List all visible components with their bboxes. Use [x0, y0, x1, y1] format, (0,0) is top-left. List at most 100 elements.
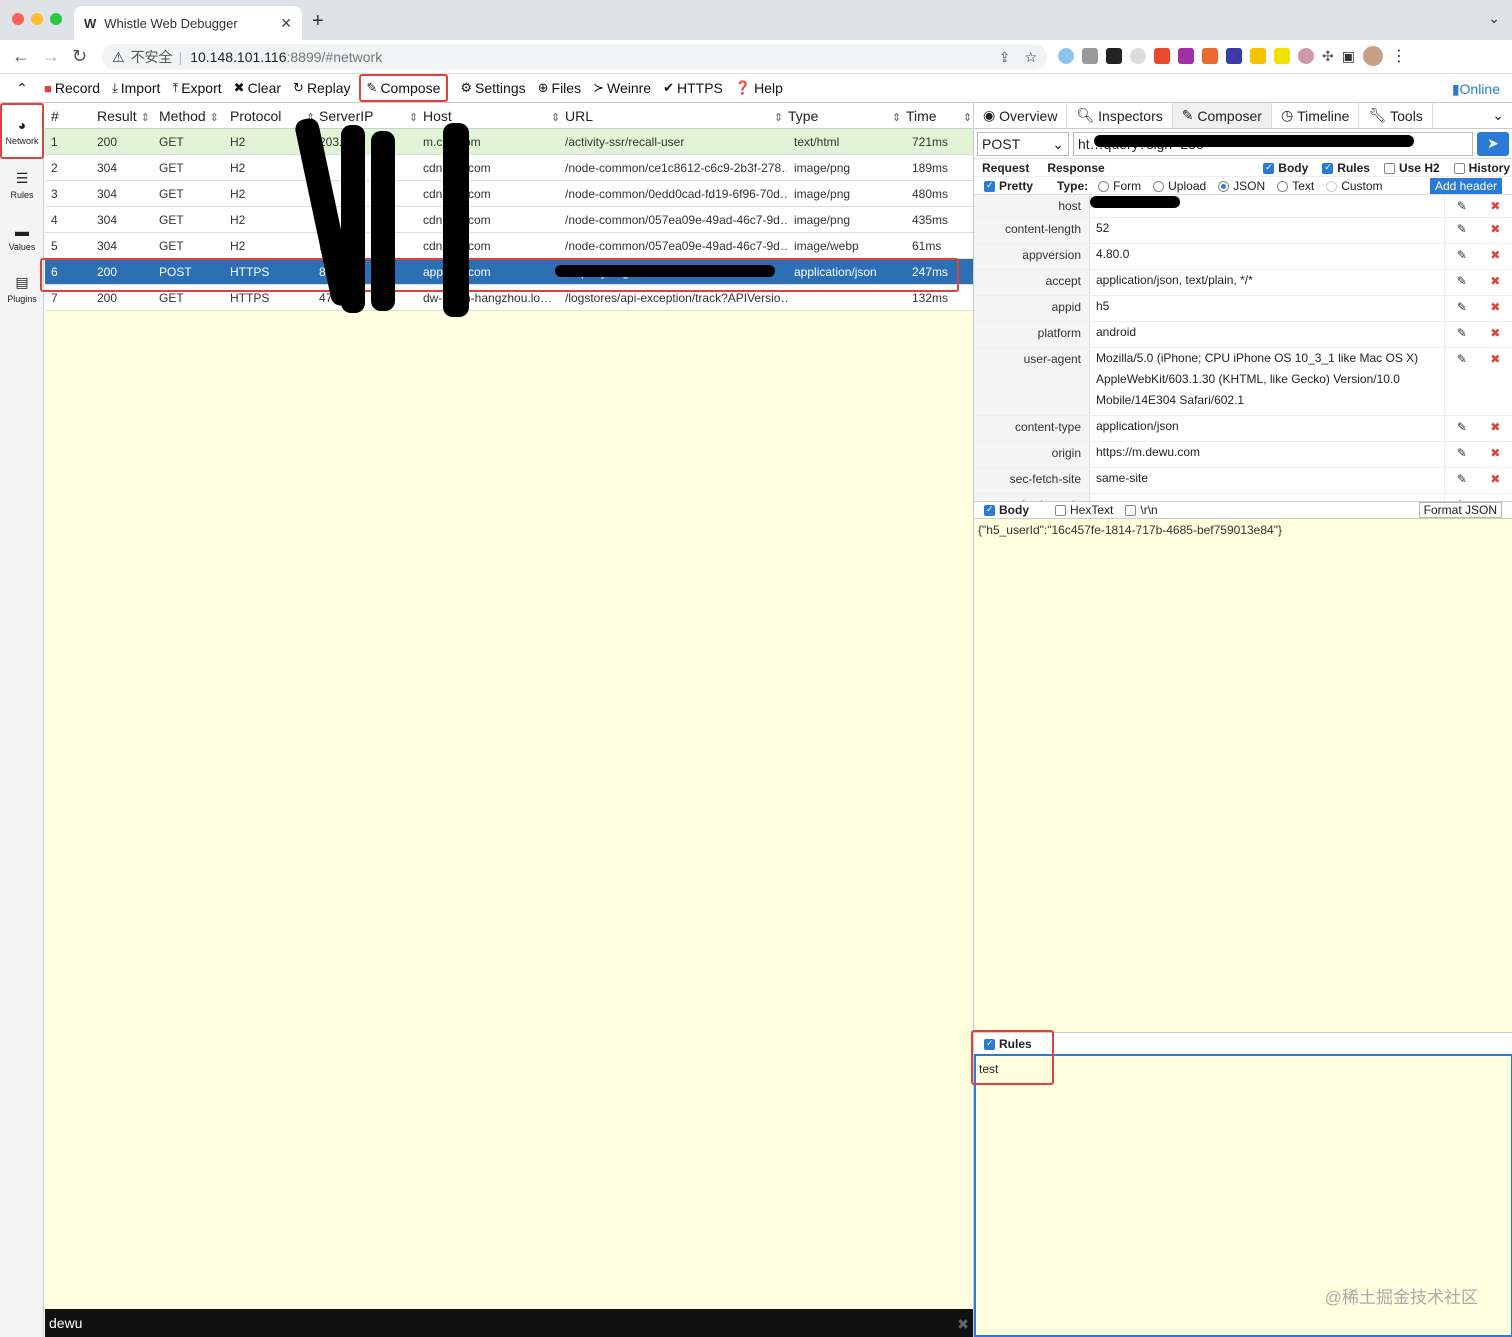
body-option[interactable]: Body [1263, 161, 1308, 175]
menu-icon[interactable]: ⋮ [1391, 46, 1407, 66]
sidebar-item-values[interactable]: ▬ Values [0, 211, 44, 263]
table-row[interactable]: 5304GETH2118cdnu.com/node-common/057ea09… [45, 233, 973, 259]
send-button[interactable]: ➤ [1477, 131, 1509, 156]
sidebar-item-rules[interactable]: ☰ Rules [0, 159, 44, 211]
col-header-type[interactable]: Type [788, 108, 818, 124]
tab-composer[interactable]: ✎ Composer [1172, 103, 1272, 128]
format-json-button[interactable]: Format JSON [1418, 502, 1502, 518]
header-value[interactable]: 52 [1090, 214, 1444, 243]
settings-button[interactable]: ⚙ Settings [460, 80, 525, 96]
edit-icon[interactable]: ✎ [1457, 420, 1467, 441]
sidebar-item-network[interactable]: ◕ Network [0, 103, 44, 159]
header-key[interactable]: content-type [974, 416, 1090, 441]
header-value[interactable]: cors [1090, 490, 1444, 501]
tab-inspectors[interactable]: 🔍︎ Inspectors [1067, 103, 1173, 128]
minimize-window-icon[interactable] [31, 13, 43, 25]
edit-icon[interactable]: ✎ [1457, 274, 1467, 295]
extension-icon[interactable] [1274, 48, 1290, 64]
close-tab-icon[interactable]: ✕ [280, 15, 292, 32]
delete-icon[interactable]: ✖ [1490, 248, 1500, 269]
delete-icon[interactable]: ✖ [1490, 274, 1500, 295]
forward-icon[interactable]: → [42, 46, 60, 67]
add-header-button[interactable]: Add header [1429, 177, 1502, 194]
header-key[interactable]: platform [974, 322, 1090, 347]
checkbox[interactable] [984, 180, 995, 192]
header-value[interactable]: application/json [1090, 412, 1444, 441]
edit-icon[interactable]: ✎ [1457, 199, 1467, 217]
pretty-option[interactable]: Pretty [984, 179, 1033, 193]
extension-icon[interactable] [1250, 48, 1266, 64]
type-custom-radio[interactable]: Custom [1326, 179, 1383, 193]
col-header-num[interactable]: # [51, 108, 59, 124]
new-tab-icon[interactable]: + [312, 10, 324, 33]
extension-icon[interactable] [1154, 48, 1170, 64]
close-icon[interactable]: ✖ [957, 1316, 969, 1333]
bookmark-star-icon[interactable]: ☆ [1024, 49, 1037, 66]
header-value[interactable]: h5 [1090, 292, 1444, 321]
header-value[interactable]: 4.80.0 [1090, 240, 1444, 269]
header-key[interactable]: accept [974, 270, 1090, 295]
checkbox[interactable] [1125, 505, 1137, 517]
table-row[interactable]: 6200POSTHTTPS8.13appu.com…query?sign=2…a… [45, 259, 973, 285]
browser-tab[interactable]: W Whistle Web Debugger ✕ [74, 6, 302, 40]
col-header-protocol[interactable]: Protocol [230, 108, 281, 124]
tab-search-icon[interactable]: ⌄ [1488, 10, 1500, 27]
tab-timeline[interactable]: ◷ Timeline [1272, 103, 1360, 128]
edit-icon[interactable]: ✎ [1457, 352, 1467, 415]
extension-icon[interactable] [1178, 48, 1194, 64]
https-button[interactable]: ✔ HTTPS [663, 80, 723, 96]
use-h2-option[interactable]: Use H2 [1383, 161, 1440, 175]
col-header-result[interactable]: Result ⇕ [97, 108, 150, 124]
checkbox[interactable] [984, 1038, 995, 1051]
header-value[interactable]: Mozilla/5.0 (iPhone; CPU iPhone OS 10_3_… [1090, 344, 1444, 415]
col-header-serverip[interactable]: ServerIP [319, 108, 373, 124]
header-value[interactable]: https://m.dewu.com [1090, 438, 1444, 467]
table-row[interactable]: 2304GETH28cdnu.com/node-common/ce1c8612-… [45, 155, 973, 181]
method-select[interactable]: POST ⌄ [977, 131, 1069, 156]
share-icon[interactable]: ⇪ [999, 49, 1011, 66]
response-label[interactable]: Response [1047, 161, 1104, 175]
import-button[interactable]: ⤓ Import [112, 80, 160, 96]
delete-icon[interactable]: ✖ [1490, 199, 1500, 217]
chevron-down-icon[interactable]: ⌄ [1484, 103, 1512, 128]
extension-icon[interactable] [1106, 48, 1122, 64]
delete-icon[interactable]: ✖ [1490, 352, 1500, 415]
body-editor[interactable]: {"h5_userId":"16c457fe-1814-717b-4685-be… [974, 519, 1512, 541]
type-form-radio[interactable]: Form [1098, 179, 1141, 193]
type-json-radio[interactable]: JSON [1218, 179, 1265, 193]
header-key[interactable]: appversion [974, 244, 1090, 269]
delete-icon[interactable]: ✖ [1490, 326, 1500, 347]
weinre-button[interactable]: ≻ Weinre [593, 80, 651, 96]
extension-icon[interactable] [1202, 48, 1218, 64]
delete-icon[interactable]: ✖ [1490, 300, 1500, 321]
puzzle-icon[interactable]: ✣ [1322, 48, 1334, 65]
reload-icon[interactable]: ↻ [72, 46, 87, 67]
delete-icon[interactable]: ✖ [1490, 222, 1500, 243]
header-value[interactable]: android [1090, 318, 1444, 347]
crlf-option[interactable]: \r\n [1125, 503, 1158, 517]
header-key[interactable]: origin [974, 442, 1090, 467]
delete-icon[interactable]: ✖ [1490, 420, 1500, 441]
type-upload-radio[interactable]: Upload [1153, 179, 1206, 193]
delete-icon[interactable]: ✖ [1490, 446, 1500, 467]
delete-icon[interactable]: ✖ [1490, 498, 1500, 501]
sort-icon[interactable]: ⇕ [405, 108, 418, 124]
extension-icon[interactable] [1058, 48, 1074, 64]
sidepanel-icon[interactable]: ▣ [1342, 48, 1355, 65]
col-header-host[interactable]: Host [423, 108, 452, 124]
table-row[interactable]: 3 304 GET H2 cdn u.com/node-common/0edd0cad-f… [45, 181, 973, 207]
rules-checkbox-option[interactable]: Rules [984, 1037, 1032, 1051]
sort-icon[interactable]: ⇕ [770, 108, 783, 124]
collapse-up-icon[interactable]: ⌃ [0, 80, 44, 97]
record-button[interactable]: ■ Record [44, 80, 100, 96]
rules-option[interactable]: Rules [1322, 161, 1370, 175]
header-key[interactable]: sec-fetch-mode [974, 494, 1090, 501]
col-header-time[interactable]: Time [906, 108, 937, 124]
avatar[interactable] [1362, 46, 1383, 66]
extension-icon[interactable] [1082, 48, 1098, 64]
table-row[interactable]: 4304GETH21cdnu.com/node-common/057ea09e-… [45, 207, 973, 233]
hextext-option[interactable]: HexText [1055, 503, 1113, 517]
history-option[interactable]: History [1453, 161, 1510, 175]
compose-button[interactable]: ✎ Compose [358, 74, 449, 102]
checkbox[interactable] [1322, 162, 1334, 174]
